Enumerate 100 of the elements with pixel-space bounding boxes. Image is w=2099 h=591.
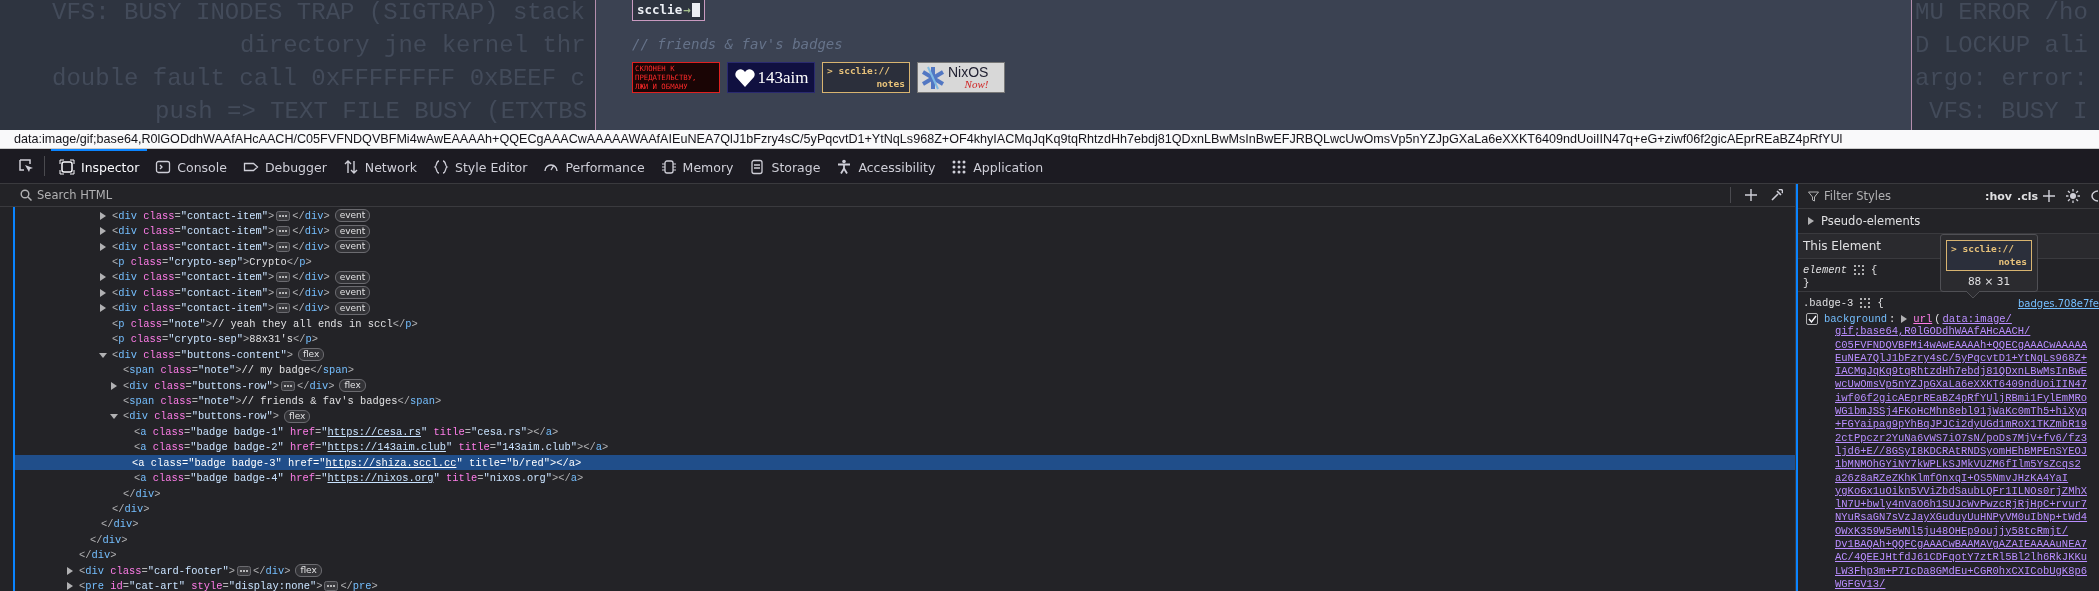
- property-checkbox[interactable]: [1806, 313, 1818, 325]
- css-url-line[interactable]: 1bMNMOhGYiNY7kWPLkSJMkVUZM6fIlm5YsZcqs2: [1835, 458, 2081, 472]
- devtools-tab[interactable]: Style Editor: [425, 149, 536, 183]
- eyedropper-icon[interactable]: [1771, 189, 1783, 201]
- link[interactable]: https://shiza.sccl.cc: [325, 456, 457, 469]
- layout-badge[interactable]: event: [334, 286, 371, 300]
- devtools-tab[interactable]: Application: [943, 149, 1052, 183]
- css-url-line[interactable]: LW3Fhp3m+P7IcDa8GMdEu+CGR0hxCXICobUgK8p6: [1835, 564, 2088, 578]
- tree-row[interactable]: <p class="crypto-sep">Crypto</p>: [15, 254, 1795, 270]
- expand-arrow-icon[interactable]: [99, 242, 107, 251]
- layout-badge[interactable]: flex: [297, 348, 325, 362]
- add-icon[interactable]: [1745, 189, 1757, 201]
- tree-row[interactable]: <a class="badge badge-2" href="https://143aim.club" title="143aim.club"></a>: [15, 439, 1795, 455]
- class-toggle[interactable]: .cls: [2016, 189, 2038, 203]
- tree-row[interactable]: <div class="buttons-row"> </div> flex: [15, 377, 1795, 394]
- command-field[interactable]: scclie→: [632, 0, 705, 21]
- element-picker-icon[interactable]: [18, 158, 34, 174]
- expand-arrow-icon[interactable]: [66, 582, 74, 591]
- tree-row[interactable]: <div class="card-footer"> </div> flex: [15, 563, 1795, 579]
- layout-badge[interactable]: flex: [295, 564, 322, 578]
- search-field[interactable]: Search HTML: [37, 188, 237, 202]
- css-url-line[interactable]: EuNEA7QlJ1bFzry4sC/5yPqcvtD1+YtNqLs968Z+: [1835, 351, 2088, 366]
- layout-badge[interactable]: event: [334, 301, 371, 315]
- collapse-arrow-icon[interactable]: [99, 350, 107, 359]
- expand-arrow-icon[interactable]: [99, 304, 107, 313]
- section-toggle[interactable]: Pseudo-elements: [1821, 214, 1921, 228]
- devtools-tab[interactable]: Performance: [535, 149, 653, 183]
- notes-badge[interactable]: > scclie:// notes: [822, 62, 910, 93]
- tree-row[interactable]: <div class="contact-item"> </div> event: [15, 223, 1795, 239]
- nixos-badge[interactable]: NixOS Now!: [917, 62, 1005, 93]
- sun-icon[interactable]: [2066, 189, 2080, 203]
- tree-row[interactable]: <div class="contact-item"> </div> event: [15, 269, 1795, 286]
- layout-badge[interactable]: event: [334, 224, 371, 238]
- css-url-line[interactable]: NYuRsaGN7sVzJayXGuduyUuHNPyVM0uIbNp+tWd4: [1835, 511, 2088, 525]
- devtools-tab[interactable]: Accessibility: [828, 149, 944, 183]
- css-url-line[interactable]: wcUwOmsVp5nYZJpGXaLa6eXXKT6409ndUoiIIN47: [1835, 378, 2088, 392]
- css-url-line[interactable]: ygKoGx1uOikn5VViZbdSaubLQFr1ILNOs0rjZMhX: [1835, 484, 2088, 499]
- filter-field[interactable]: Filter Styles: [1824, 189, 1934, 203]
- tree-row[interactable]: <div class="buttons-row"> flex: [15, 408, 1795, 425]
- tree-row[interactable]: <div class="contact-item"> </div> event: [15, 238, 1795, 255]
- tree-row[interactable]: <span class="note">// friends & fav's badges</span>: [15, 393, 1795, 409]
- css-url-line[interactable]: ljd6+E//8GSyI8KDCRAtRNDSyomHEhBMPEnSYEOJ: [1835, 444, 2088, 459]
- size-text: 88 × 31: [1967, 275, 2011, 287]
- add-icon[interactable]: [2043, 190, 2055, 202]
- grid-icon[interactable]: [1860, 298, 1871, 308]
- layout-badge[interactable]: flex: [339, 379, 366, 393]
- tree-row[interactable]: <div class="contact-item"> </div> event: [15, 208, 1795, 224]
- tree-row[interactable]: <a class="badge badge-1" href="https://cesa.rs" title="cesa.rs"></a>: [15, 424, 1795, 440]
- link[interactable]: https://nixos.org: [327, 472, 434, 485]
- layout-badge[interactable]: event: [334, 240, 371, 254]
- collapse-arrow-icon[interactable]: [110, 412, 118, 421]
- expand-arrow-icon[interactable]: [99, 288, 107, 297]
- css-url-line[interactable]: OWxK359W5eWNl5ju48OHEp9oujjy58tcRmjt/: [1835, 524, 2069, 539]
- expand-arrow-icon[interactable]: [110, 381, 118, 390]
- css-property[interactable]: background: [1824, 312, 1887, 325]
- expand-arrow-icon[interactable]: [99, 273, 107, 282]
- tree-row[interactable]: <p class="note">// yeah they all ends in sccl</p>: [15, 316, 1795, 332]
- css-url-line[interactable]: C05FVFNDQVBFMi4wAwEAAAAh+QQECgAAACwAAAAA: [1835, 338, 2088, 352]
- hover-toggle[interactable]: :hov: [1985, 189, 2012, 203]
- devtools-tab[interactable]: Network: [334, 149, 425, 183]
- tree-row[interactable]: <a class="badge badge-3" href="https://shiza.sccl.cc" title="b/red"></a>: [15, 455, 1795, 471]
- devtools-tab[interactable]: Console: [147, 149, 235, 183]
- tree-row[interactable]: <p class="crypto-sep">88x31's</p>: [15, 331, 1795, 347]
- devtools-tab[interactable]: Memory: [652, 149, 742, 183]
- tree-row[interactable]: <a class="badge badge-4" href="https://nixos.org" title="nixos.org"></a>: [15, 470, 1795, 486]
- tree-row[interactable]: <div class="contact-item"> </div> event: [15, 285, 1795, 301]
- expand-arrow-icon[interactable]: [1807, 217, 1815, 225]
- search-icon: [20, 189, 32, 201]
- layout-badge[interactable]: event: [334, 209, 371, 223]
- devtools-tab[interactable]: Debugger: [234, 149, 335, 183]
- tree-row[interactable]: <pre id="cat-art" style="display:none"> </pre>: [15, 578, 1795, 591]
- expand-arrow-icon[interactable]: [99, 227, 107, 236]
- css-url-line[interactable]: data:image/: [1942, 312, 2012, 325]
- link[interactable]: https://143aim.club: [327, 441, 446, 454]
- css-url-line[interactable]: a26z8aRZeZKhKlmfOnxqI+OS5NmvJHzKA4YaI: [1835, 471, 2069, 485]
- css-url-line[interactable]: AC/4QEEJHtfdJ61CDFqotY7ztRl5Bl2lh6RkJKKu: [1835, 551, 2088, 565]
- css-url-line[interactable]: +FGYaipag9pYhBqJPJCi2dyUGd1mRoX1TKZmbR19: [1835, 418, 2088, 432]
- tree-row[interactable]: <div class="contact-item"> </div> event: [15, 300, 1795, 317]
- css-url-line[interactable]: gif;base64,R0lGODdhWAAfAHcAACH/: [1835, 325, 2031, 339]
- link[interactable]: https://cesa.rs: [327, 425, 421, 438]
- devtools-tab[interactable]: Storage: [741, 149, 829, 183]
- filter-icon: [1808, 190, 1819, 202]
- css-url-line[interactable]: IACMqJqKq9tqRhtzdHh7ebdj81QDxnLBwMsInBwE: [1835, 365, 2088, 379]
- css-url-line[interactable]: iwf06f2gicAEprREaBZ4pRfYUljRBmi1FylEmMRo: [1835, 391, 2088, 406]
- markup-text: <p class="note">// yeah they all ends in sccl</p>: [112, 317, 418, 330]
- css-url-line[interactable]: WG1bmJSSj4FKoHcMhn8ebl91jWaKc0mTh5+hiXyq: [1835, 405, 2088, 419]
- grid-icon[interactable]: [1854, 265, 1865, 275]
- source-link[interactable]: badges.708e7fe: [2018, 297, 2099, 309]
- css-url-line[interactable]: lN7U+bwly4nVaO6h1SUJcWvPwzcRjRjHpC+rvur7: [1835, 498, 2088, 512]
- expand-arrow-icon[interactable]: [1901, 314, 1908, 323]
- tree-row[interactable]: <div class="buttons-content"> flex: [15, 346, 1795, 363]
- css-url-line[interactable]: 2ctPpczr2YuNa6vWS7iO7sN/poDs7MjV+fv6/fz3: [1835, 431, 2088, 445]
- css-url-line[interactable]: Dv1BAQAh+QQFCgAAACwBAAMAVgAZAIEAAAAuNEA7: [1835, 538, 2088, 552]
- expand-arrow-icon[interactable]: [99, 211, 107, 220]
- css-url-line[interactable]: WGFGV13/: [1835, 577, 1886, 591]
- layout-badge[interactable]: flex: [284, 409, 311, 423]
- layout-badge[interactable]: event: [334, 270, 371, 284]
- aim-badge[interactable]: 143aim: [727, 62, 815, 93]
- expand-arrow-icon[interactable]: [66, 566, 74, 575]
- tree-row[interactable]: <span class="note">// my badge</span>: [15, 362, 1795, 378]
